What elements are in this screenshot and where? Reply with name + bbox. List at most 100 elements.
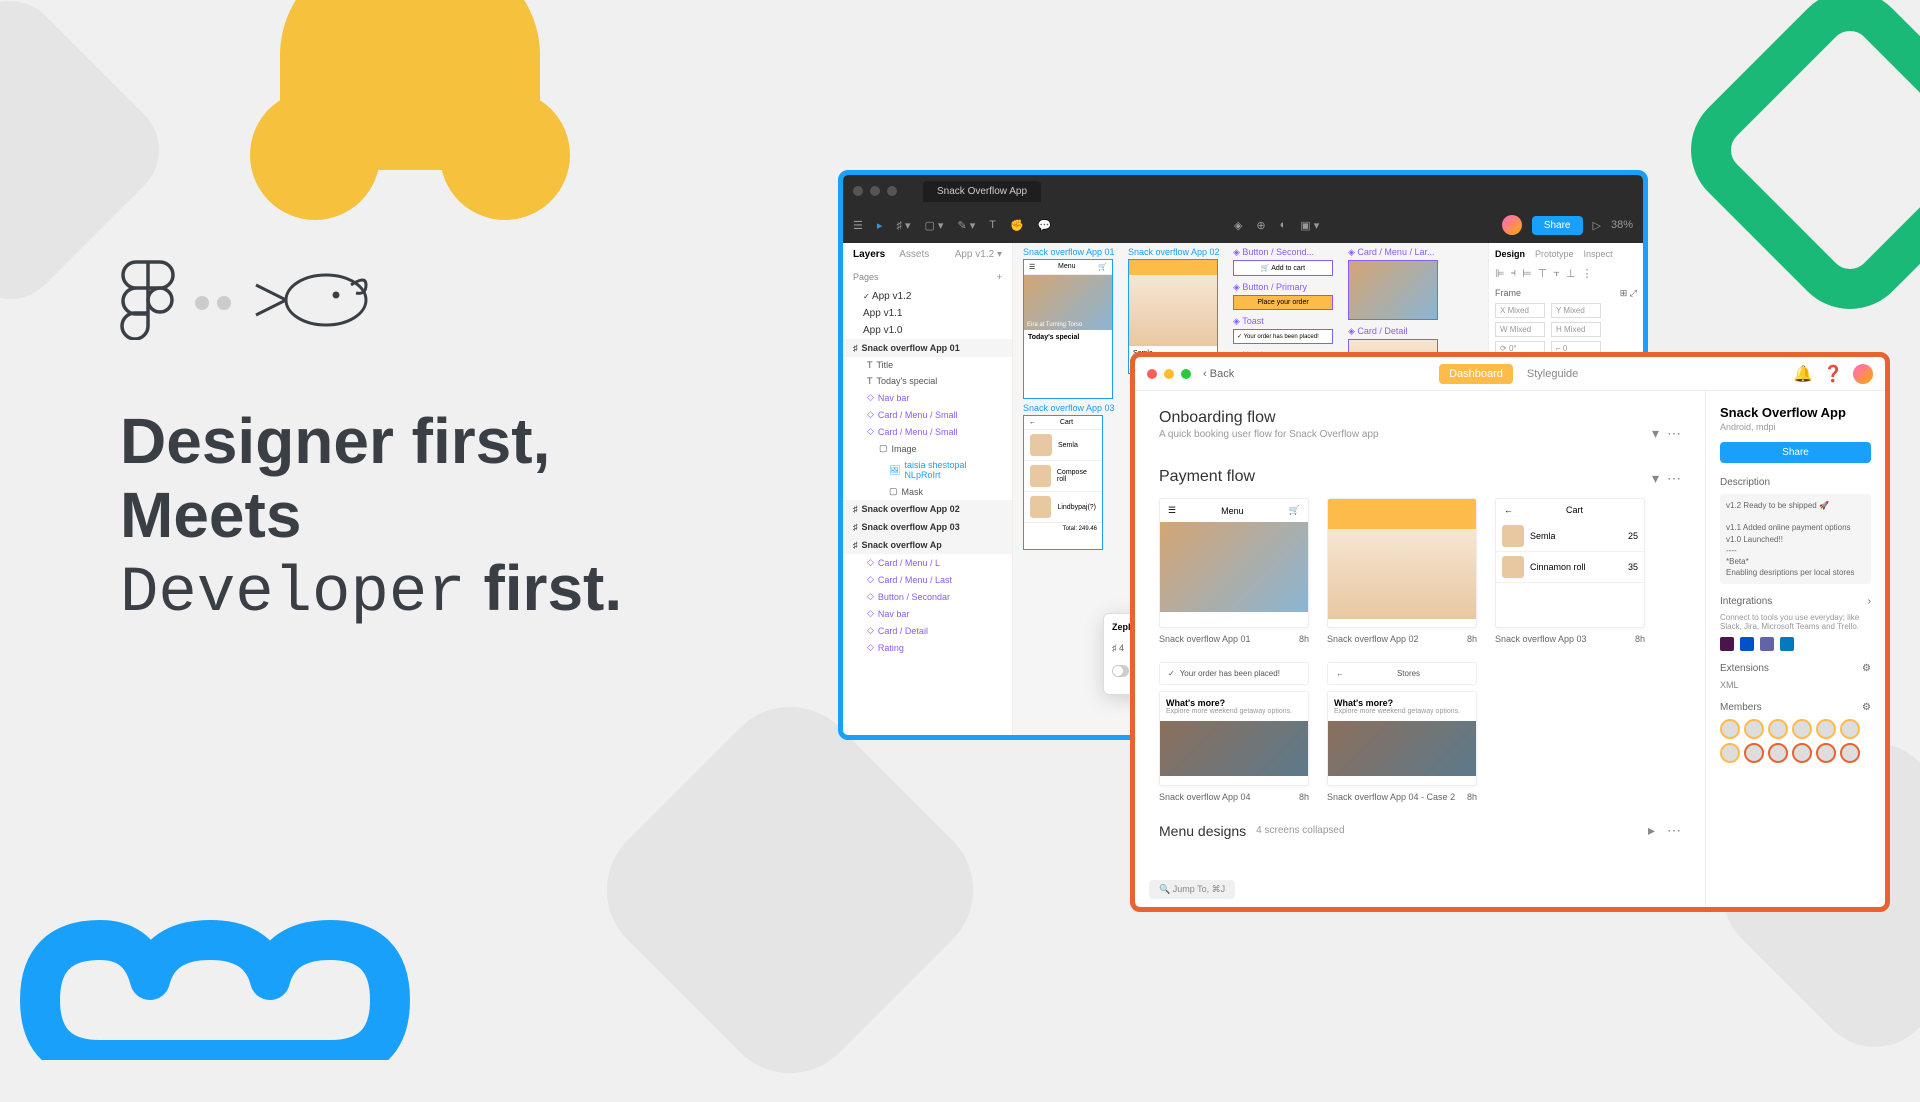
headline-3b: first.: [483, 552, 622, 624]
page-item[interactable]: App v1.2: [843, 288, 1012, 305]
comp-label[interactable]: ◈ Card / Menu / Lar...: [1348, 247, 1438, 258]
figma-file-tab[interactable]: Snack Overflow App: [923, 181, 1041, 202]
frame-label[interactable]: Snack overflow App 01: [1023, 247, 1115, 257]
layer-item[interactable]: ◇ Button / Secondar: [843, 588, 1012, 605]
screen-thumbnail[interactable]: Snack overflow App 028h: [1327, 498, 1477, 644]
layer-item[interactable]: ◇ Card / Menu / Small: [843, 406, 1012, 423]
hero: Designer first, Meets Developer first.: [120, 260, 622, 632]
hand-tool-icon[interactable]: ✊: [1010, 219, 1024, 232]
integrations-header: Integrations: [1720, 596, 1772, 607]
expand-icon[interactable]: ›: [1868, 596, 1871, 607]
dashboard-tab[interactable]: Dashboard: [1439, 364, 1513, 384]
assets-tab[interactable]: Assets: [899, 249, 929, 260]
integrations-sub: Connect to tools you use everyday; like …: [1720, 613, 1871, 631]
description-header: Description: [1720, 477, 1871, 488]
layer-item[interactable]: ◇ Nav bar: [843, 605, 1012, 622]
layer-item[interactable]: ▢ Image: [843, 440, 1012, 457]
members-header: Members: [1720, 702, 1762, 713]
comp-label[interactable]: ◈ Toast: [1233, 316, 1333, 327]
back-button[interactable]: ‹ Back: [1203, 368, 1234, 380]
members-list[interactable]: [1720, 719, 1871, 763]
more-icon[interactable]: ⋯: [1667, 470, 1681, 487]
comp-label[interactable]: ◈ Button / Second...: [1233, 247, 1333, 258]
layer-item[interactable]: ◇ Card / Menu / L: [843, 554, 1012, 571]
flow-subtitle: A quick booking user flow for Snack Over…: [1159, 429, 1379, 440]
layer-item[interactable]: ◇ Nav bar: [843, 389, 1012, 406]
dots-icon: [195, 296, 231, 310]
boolean-icon[interactable]: ◐: [1280, 219, 1287, 232]
bell-icon[interactable]: 🔔: [1793, 364, 1813, 384]
screen-thumbnail[interactable]: ← Stores What's more?Explore more weeken…: [1327, 662, 1477, 802]
extensions-header: Extensions: [1720, 663, 1769, 674]
prototype-tab[interactable]: Prototype: [1535, 249, 1574, 259]
layer-item[interactable]: ◇ Rating: [843, 639, 1012, 656]
design-tab[interactable]: Design: [1495, 249, 1525, 259]
jump-to-button[interactable]: 🔍 Jump To, ⌘J: [1149, 880, 1235, 899]
union-icon[interactable]: ▣ ▾: [1300, 219, 1319, 232]
layer-frame[interactable]: ♯ Snack overflow App 01: [843, 339, 1012, 357]
layer-frame[interactable]: ♯ Snack overflow App 03: [843, 518, 1012, 536]
collapsed-count: 4 screens collapsed: [1256, 825, 1344, 836]
screen-thumbnail[interactable]: ←Cart Semla25 Cinnamon roll35 Snack over…: [1495, 498, 1645, 644]
flow-title: Payment flow: [1159, 468, 1255, 486]
reexport-toggle[interactable]: [1112, 665, 1129, 677]
headline-3a: Developer: [120, 558, 466, 630]
collapse-icon[interactable]: ▾: [1652, 470, 1659, 487]
page-dropdown[interactable]: App v1.2 ▾: [955, 249, 1002, 260]
move-tool-icon[interactable]: ▸: [877, 219, 883, 232]
zoom-level[interactable]: 38%: [1611, 219, 1633, 231]
layer-item[interactable]: ◇ Card / Detail: [843, 622, 1012, 639]
frame-tool-icon[interactable]: ♯ ▾: [896, 219, 910, 232]
screen-thumbnail[interactable]: ✓ Your order has been placed! What's mor…: [1159, 662, 1309, 802]
help-icon[interactable]: ❓: [1823, 364, 1843, 384]
share-button[interactable]: Share: [1720, 442, 1871, 463]
project-platform: Android, mdpi: [1720, 422, 1871, 432]
traffic-lights[interactable]: [1147, 369, 1191, 379]
headline-1: Designer first,: [120, 405, 622, 479]
layer-item[interactable]: T Today's special: [843, 373, 1012, 389]
mask-icon[interactable]: ⊕: [1256, 219, 1265, 232]
layer-frame[interactable]: ♯ Snack overflow App 02: [843, 500, 1012, 518]
layer-item[interactable]: ▢ Mask: [843, 483, 1012, 500]
more-icon[interactable]: ⋯: [1667, 425, 1681, 442]
share-button[interactable]: Share: [1532, 216, 1583, 235]
add-page-icon[interactable]: +: [997, 272, 1002, 282]
inspect-tab[interactable]: Inspect: [1584, 249, 1613, 259]
user-avatar[interactable]: [1853, 364, 1873, 384]
collapse-icon[interactable]: ▾: [1652, 425, 1659, 442]
menu-icon[interactable]: ☰: [853, 219, 863, 232]
present-icon[interactable]: ▷: [1593, 219, 1601, 232]
settings-icon[interactable]: ⚙: [1862, 702, 1871, 713]
comp-label[interactable]: ◈ Card / Detail: [1348, 326, 1438, 337]
settings-icon[interactable]: ⚙: [1862, 663, 1871, 674]
pen-tool-icon[interactable]: ✎ ▾: [957, 219, 975, 232]
styleguide-tab[interactable]: Styleguide: [1517, 364, 1588, 384]
layers-tab[interactable]: Layers: [853, 249, 885, 260]
comp-label[interactable]: ◈ Button / Primary: [1233, 282, 1333, 293]
page-item[interactable]: App v1.1: [843, 305, 1012, 322]
component-icon[interactable]: ◈: [1234, 219, 1242, 232]
extensions-value: XML: [1720, 680, 1871, 690]
more-icon[interactable]: ⋯: [1667, 822, 1681, 839]
project-title: Snack Overflow App: [1720, 405, 1871, 420]
decor-blue: [20, 800, 420, 1060]
layer-item[interactable]: ◇ Card / Menu / Last: [843, 571, 1012, 588]
layer-item[interactable]: T Title: [843, 357, 1012, 373]
page-item[interactable]: App v1.0: [843, 322, 1012, 339]
flow-title: Onboarding flow: [1159, 409, 1379, 427]
layer-item[interactable]: 🖼 taisia shestopal NLpRoIrt: [843, 457, 1012, 483]
frame-label[interactable]: Snack overflow App 02: [1128, 247, 1220, 257]
layer-item[interactable]: ◇ Card / Menu / Small: [843, 423, 1012, 440]
user-avatar[interactable]: [1502, 215, 1522, 235]
integrations-icons[interactable]: [1720, 637, 1871, 651]
shape-tool-icon[interactable]: ▢ ▾: [924, 219, 943, 232]
frame-label[interactable]: Snack overflow App 03: [1023, 403, 1115, 413]
decor-yellow: [280, 0, 540, 170]
text-tool-icon[interactable]: T: [989, 219, 996, 231]
layer-frame[interactable]: ♯ Snack overflow Ap: [843, 536, 1012, 554]
screen-thumbnail[interactable]: ☰Menu🛒 Snack overflow App 018h: [1159, 498, 1309, 644]
comment-tool-icon[interactable]: 💬: [1038, 219, 1052, 232]
traffic-lights[interactable]: [853, 186, 897, 196]
expand-icon[interactable]: ▸: [1648, 822, 1655, 839]
zeplin-logo-icon: [251, 265, 371, 340]
